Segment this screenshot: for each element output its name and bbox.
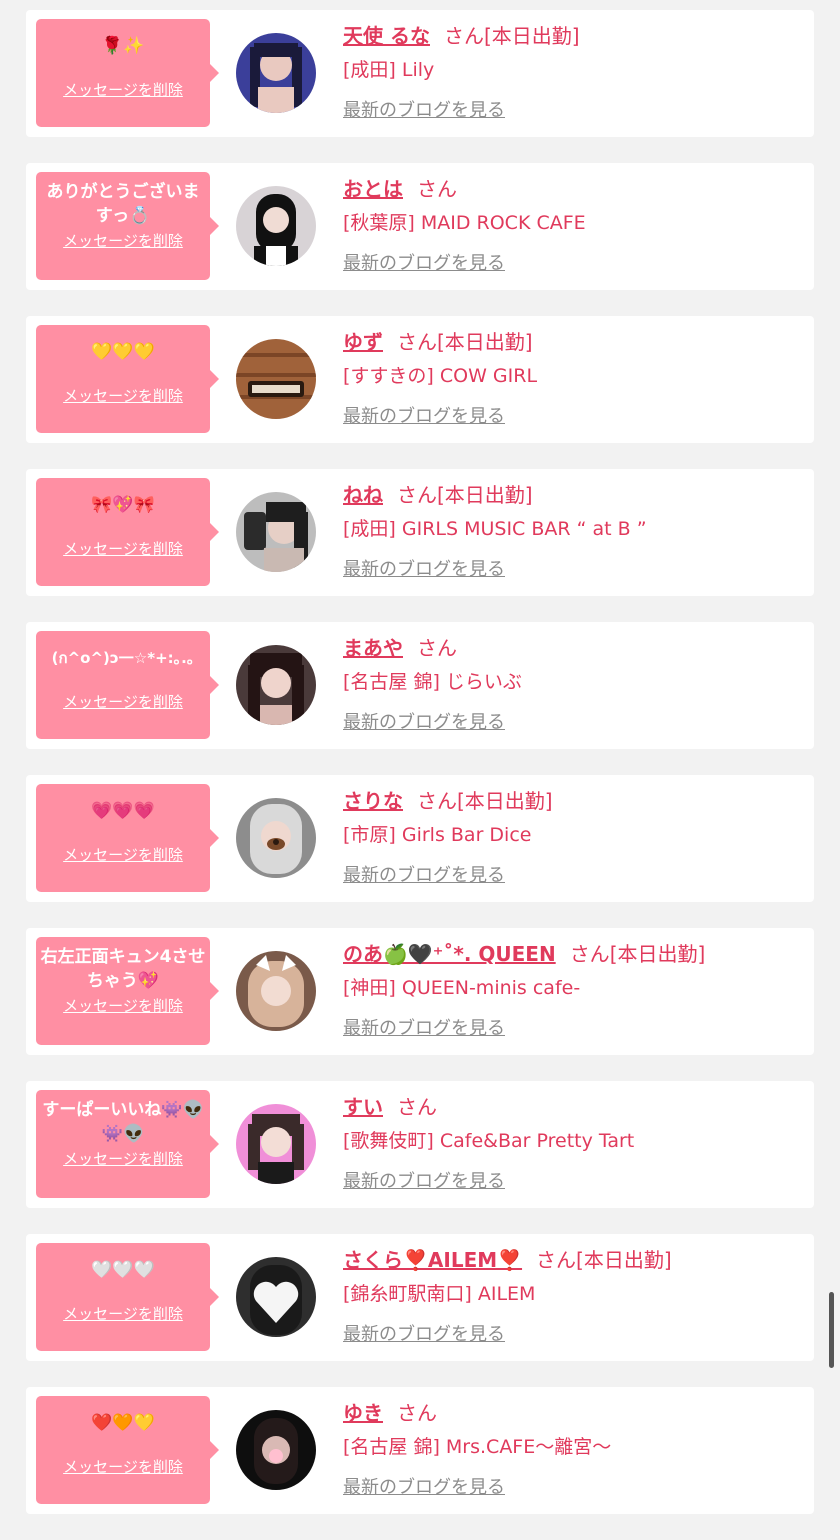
avatar[interactable] [236, 798, 316, 878]
list-item: 右左正面キュン4させちゃう💖 メッセージを削除 のあ🍏🖤⁺˚*. QUEEN さん… [26, 928, 814, 1055]
message-bubble: 🎀💖🎀 メッセージを削除 [36, 478, 219, 586]
avatar[interactable] [236, 645, 316, 725]
honorific: さん [397, 1401, 437, 1425]
latest-blog-link[interactable]: 最新のブログを見る [343, 1320, 505, 1346]
honorific: さん [397, 483, 437, 507]
cast-name-link[interactable]: のあ🍏🖤⁺˚*. QUEEN [343, 942, 556, 966]
message-bubble: ありがとうございますっ💍 メッセージを削除 [36, 172, 219, 280]
honorific: さん [569, 942, 610, 966]
latest-blog-link[interactable]: 最新のブログを見る [343, 1167, 505, 1193]
work-status: [本日出勤] [483, 24, 580, 48]
list-item: 💗💗💗 メッセージを削除 さりな さん[本日出勤] [市原] Girls Bar … [26, 775, 814, 902]
work-status: [本日出勤] [437, 330, 533, 354]
message-text: ありがとうございますっ💍 [46, 182, 200, 226]
latest-blog-link[interactable]: 最新のブログを見る [343, 708, 505, 734]
shop-name: [名古屋 錦] じらいぶ [343, 671, 522, 693]
delete-message-link[interactable]: メッセージを削除 [63, 995, 183, 1016]
message-bubble: 💗💗💗 メッセージを削除 [36, 784, 219, 892]
message-text: (ก^o^)ɔ一☆*+:｡.｡ [51, 649, 195, 667]
shop-name: [すすきの] COW GIRL [343, 365, 538, 387]
list-item: (ก^o^)ɔ一☆*+:｡.｡ メッセージを削除 まあや さん [名古屋 錦] じ… [26, 622, 814, 749]
cast-name-link[interactable]: 天使 るな [343, 24, 430, 48]
avatar[interactable] [236, 1410, 316, 1490]
delete-message-link[interactable]: メッセージを削除 [63, 844, 183, 865]
message-text: ❤️🧡💛 [91, 1413, 155, 1433]
list-item: 💛💛💛 メッセージを削除 ゆず さん[本日出勤] [すすきの] COW GIRL … [26, 316, 814, 443]
honorific: さん [417, 177, 457, 201]
list-item: 🤍🤍🤍 メッセージを削除 さくら❣️AILEM❣️ さん[本日出勤] [錦糸町駅南… [26, 1234, 814, 1361]
message-bubble: ❤️🧡💛 メッセージを削除 [36, 1396, 219, 1504]
latest-blog-link[interactable]: 最新のブログを見る [343, 1014, 505, 1040]
honorific: さん [397, 1095, 437, 1119]
delete-message-link[interactable]: メッセージを削除 [63, 385, 183, 406]
delete-message-link[interactable]: メッセージを削除 [63, 79, 183, 100]
message-text: 🎀💖🎀 [91, 495, 155, 515]
delete-message-link[interactable]: メッセージを削除 [63, 691, 183, 712]
shop-name: [秋葉原] MAID ROCK CAFE [343, 212, 586, 234]
shop-name: [神田] QUEEN-minis cafe- [343, 977, 581, 999]
shop-name: [歌舞伎町] Cafe&Bar Pretty Tart [343, 1130, 635, 1152]
message-text: 右左正面キュン4させちゃう💖 [40, 947, 206, 991]
message-text: すーぱーいいね👾👽👾👽 [42, 1100, 204, 1144]
avatar[interactable] [236, 951, 316, 1031]
avatar[interactable] [236, 1257, 316, 1337]
cast-name-link[interactable]: ゆず [343, 330, 383, 354]
delete-message-link[interactable]: メッセージを削除 [63, 230, 183, 251]
list-item: ありがとうございますっ💍 メッセージを削除 おとは さん [秋葉原] MAID R… [26, 163, 814, 290]
honorific: さん [417, 789, 457, 813]
delete-message-link[interactable]: メッセージを削除 [63, 1148, 183, 1169]
cast-name-link[interactable]: ねね [343, 483, 383, 507]
message-bubble: (ก^o^)ɔ一☆*+:｡.｡ メッセージを削除 [36, 631, 219, 739]
list-item: 🌹✨ メッセージを削除 天使 るな さん[本日出勤] [成田] Lily 最新のブ… [26, 10, 814, 137]
delete-message-link[interactable]: メッセージを削除 [63, 1303, 183, 1324]
latest-blog-link[interactable]: 最新のブログを見る [343, 249, 505, 275]
message-text: 🌹✨ [101, 36, 145, 56]
honorific: さん [536, 1248, 577, 1272]
message-bubble: 💛💛💛 メッセージを削除 [36, 325, 219, 433]
message-bubble: すーぱーいいね👾👽👾👽 メッセージを削除 [36, 1090, 219, 1198]
cast-name-link[interactable]: さくら❣️AILEM❣️ [343, 1248, 522, 1272]
shop-name: [成田] GIRLS MUSIC BAR “ at B ” [343, 518, 647, 540]
latest-blog-link[interactable]: 最新のブログを見る [343, 861, 505, 887]
work-status: [本日出勤] [457, 789, 553, 813]
honorific: さん [397, 330, 437, 354]
message-bubble: 右左正面キュン4させちゃう💖 メッセージを削除 [36, 937, 219, 1045]
shop-name: [成田] Lily [343, 59, 435, 81]
message-text: 🤍🤍🤍 [91, 1260, 155, 1280]
latest-blog-link[interactable]: 最新のブログを見る [343, 555, 505, 581]
latest-blog-link[interactable]: 最新のブログを見る [343, 96, 505, 122]
work-status: [本日出勤] [609, 942, 706, 966]
shop-name: [錦糸町駅南口] AILEM [343, 1283, 536, 1305]
message-text: 💗💗💗 [91, 801, 155, 821]
scrollbar[interactable] [829, 1292, 834, 1368]
avatar[interactable] [236, 1104, 316, 1184]
list-item: すーぱーいいね👾👽👾👽 メッセージを削除 すい さん [歌舞伎町] Cafe&Ba… [26, 1081, 814, 1208]
list-item: 🎀💖🎀 メッセージを削除 ねね さん[本日出勤] [成田] GIRLS MUSIC… [26, 469, 814, 596]
delete-message-link[interactable]: メッセージを削除 [63, 1456, 183, 1477]
cast-name-link[interactable]: おとは [343, 177, 403, 201]
honorific: さん [417, 636, 457, 660]
shop-name: [市原] Girls Bar Dice [343, 824, 532, 846]
cast-name-link[interactable]: さりな [343, 789, 403, 813]
honorific: さん [443, 24, 484, 48]
avatar[interactable] [236, 339, 316, 419]
cast-name-link[interactable]: ゆき [343, 1401, 383, 1425]
avatar[interactable] [236, 186, 316, 266]
latest-blog-link[interactable]: 最新のブログを見る [343, 1473, 505, 1499]
cast-name-link[interactable]: まあや [343, 636, 403, 660]
favorites-list: 🌹✨ メッセージを削除 天使 るな さん[本日出勤] [成田] Lily 最新のブ… [26, 10, 814, 1540]
list-item: ❤️🧡💛 メッセージを削除 ゆき さん [名古屋 錦] Mrs.CAFE〜離宮〜 … [26, 1387, 814, 1514]
cast-name-link[interactable]: すい [343, 1095, 383, 1119]
delete-message-link[interactable]: メッセージを削除 [63, 538, 183, 559]
message-bubble: 🤍🤍🤍 メッセージを削除 [36, 1243, 219, 1351]
shop-name: [名古屋 錦] Mrs.CAFE〜離宮〜 [343, 1436, 612, 1458]
work-status: [本日出勤] [576, 1248, 672, 1272]
latest-blog-link[interactable]: 最新のブログを見る [343, 402, 505, 428]
message-text: 💛💛💛 [91, 342, 155, 362]
message-bubble: 🌹✨ メッセージを削除 [36, 19, 219, 127]
work-status: [本日出勤] [437, 483, 533, 507]
avatar[interactable] [236, 33, 316, 113]
avatar[interactable] [236, 492, 316, 572]
